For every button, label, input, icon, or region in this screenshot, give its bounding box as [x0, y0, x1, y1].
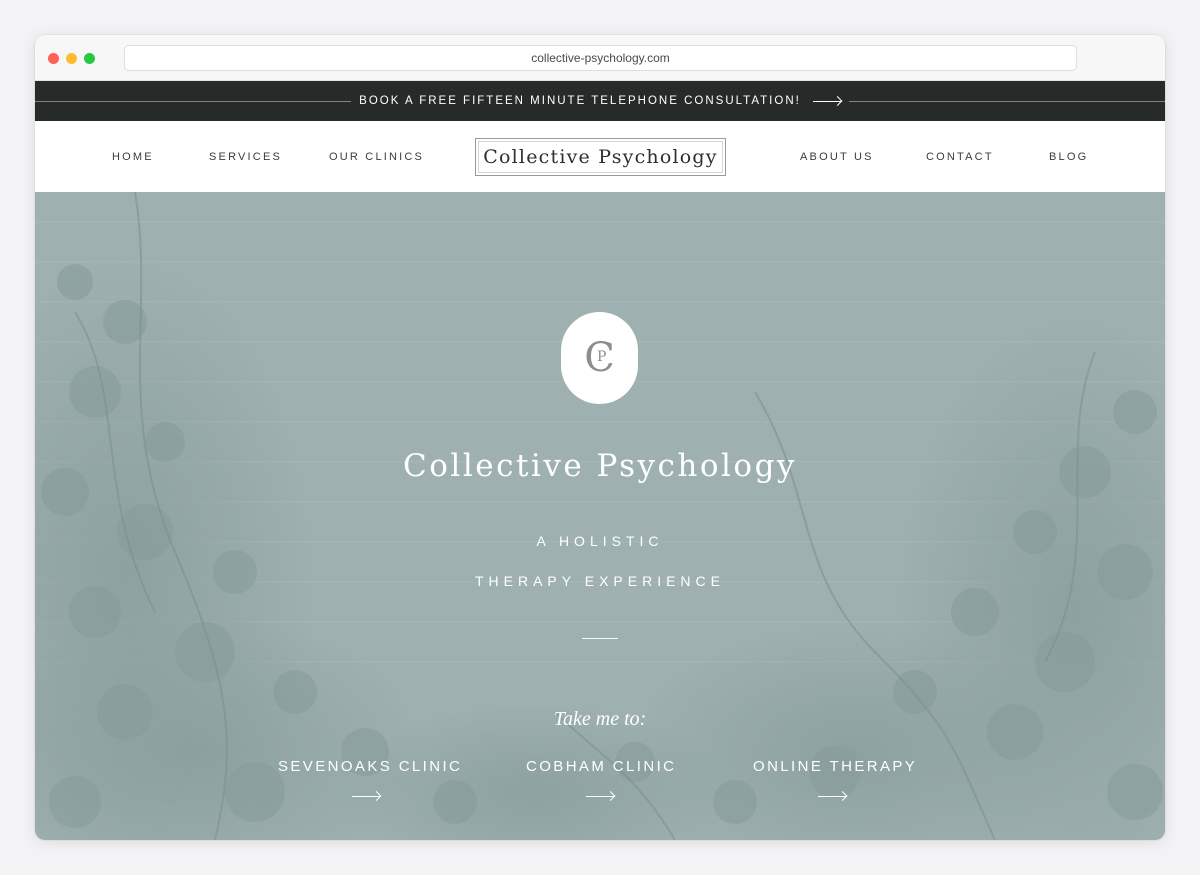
- browser-toolbar: collective-psychology.com: [35, 35, 1165, 81]
- nav-our-clinics[interactable]: OUR CLINICS: [329, 121, 424, 192]
- close-window-button[interactable]: [48, 53, 59, 64]
- site-logo[interactable]: Collective Psychology: [475, 138, 726, 176]
- sevenoaks-clinic-label: SEVENOAKS CLINIC: [278, 758, 463, 775]
- announcement-text: BOOK A FREE FIFTEEN MINUTE TELEPHONE CON…: [359, 95, 801, 107]
- nav-services[interactable]: SERVICES: [209, 121, 282, 192]
- cobham-clinic-link[interactable]: COBHAM CLINIC: [526, 758, 674, 806]
- announcement-divider-left: [35, 101, 351, 102]
- hero-section: C P Collective Psychology A HOLISTIC THE…: [35, 192, 1165, 840]
- announcement-bar: BOOK A FREE FIFTEEN MINUTE TELEPHONE CON…: [35, 81, 1165, 121]
- hero-title: Collective Psychology: [403, 448, 797, 484]
- hero-content: C P Collective Psychology A HOLISTIC THE…: [35, 192, 1165, 840]
- monogram-logo: C P: [561, 312, 638, 404]
- nav-contact[interactable]: CONTACT: [926, 121, 994, 192]
- maximize-window-button[interactable]: [84, 53, 95, 64]
- hero-tagline-line-2: THERAPY EXPERIENCE: [474, 573, 725, 589]
- minimize-window-button[interactable]: [66, 53, 77, 64]
- cobham-clinic-label: COBHAM CLINIC: [526, 758, 677, 775]
- announcement-divider-right: [849, 101, 1165, 102]
- browser-window: collective-psychology.com BOOK A FREE FI…: [35, 35, 1165, 840]
- take-me-to-heading: Take me to:: [553, 708, 647, 730]
- address-bar[interactable]: collective-psychology.com: [124, 45, 1077, 71]
- online-therapy-label: ONLINE THERAPY: [753, 758, 918, 775]
- online-therapy-link[interactable]: ONLINE THERAPY: [753, 758, 918, 806]
- arrow-right-icon: [812, 96, 841, 106]
- hero-tagline-line-1: A HOLISTIC: [536, 533, 664, 549]
- book-consultation-link[interactable]: BOOK A FREE FIFTEEN MINUTE TELEPHONE CON…: [351, 81, 849, 121]
- nav-home[interactable]: HOME: [112, 121, 154, 192]
- nav-about-us[interactable]: ABOUT US: [800, 121, 874, 192]
- arrow-right-icon: [586, 791, 614, 801]
- sevenoaks-clinic-link[interactable]: SEVENOAKS CLINIC: [278, 758, 463, 806]
- arrow-right-icon: [818, 791, 846, 801]
- arrow-right-icon: [352, 791, 380, 801]
- main-navigation: HOME SERVICES OUR CLINICS Collective Psy…: [35, 121, 1165, 192]
- hero-divider: [582, 638, 618, 639]
- nav-blog[interactable]: BLOG: [1049, 121, 1088, 192]
- monogram-p: P: [597, 349, 607, 365]
